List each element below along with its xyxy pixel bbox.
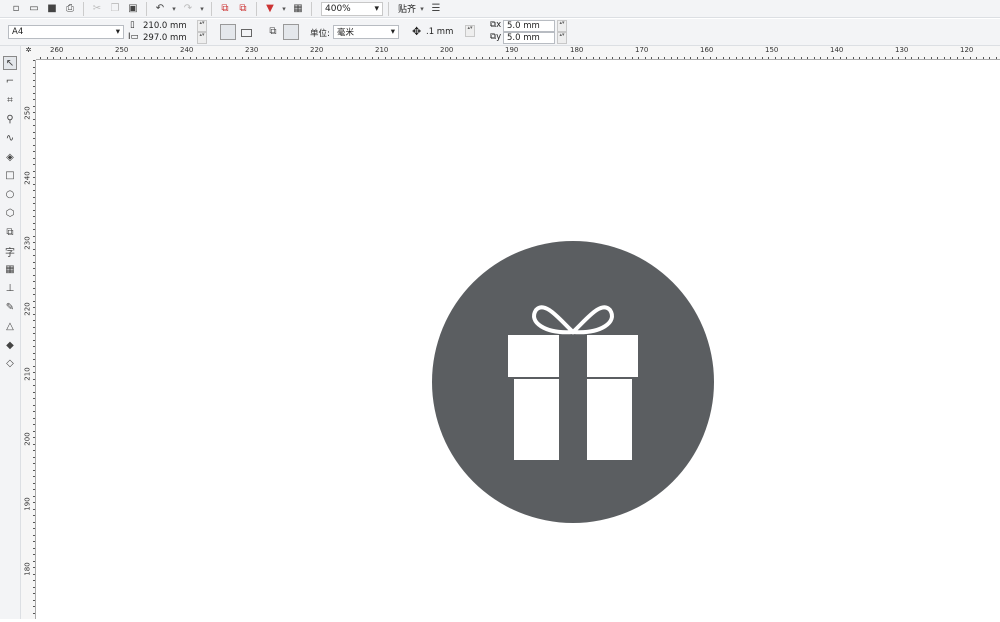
ruler-label: 200 <box>23 432 32 446</box>
new-icon[interactable]: ▫ <box>8 2 24 16</box>
horizontal-ruler[interactable]: 260 250 240 230 220 210 200 190 180 170 160 150 140 1… <box>21 46 1000 60</box>
chevron-down-icon: ▾ <box>390 27 395 37</box>
ruler-label: 230 <box>23 236 32 251</box>
shape-tool-icon[interactable]: ⌐ <box>3 75 17 89</box>
ruler-label: 240 <box>180 46 194 54</box>
paste-icon[interactable]: ▣ <box>125 2 141 16</box>
undo-icon[interactable]: ↶ <box>152 2 168 16</box>
fill-tool-icon[interactable]: ◆ <box>3 338 17 352</box>
standard-toolbar: ▫ ▭ ■ ⎙ ✂ ❐ ▣ ↶ ▾ ↷ ▾ ⧉ ⧉ ▼ ▾ ▦ 400% ▾ 贴齐 ▾ ☰ <box>0 0 1000 18</box>
ruler-label: 190 <box>505 46 519 54</box>
ruler-label: 180 <box>570 46 584 54</box>
outline-tool-icon[interactable]: △ <box>3 319 17 333</box>
publish-icon[interactable]: ▼ <box>262 2 278 16</box>
text-tool-icon[interactable]: 字 <box>3 244 17 259</box>
redo-icon[interactable]: ↷ <box>180 2 196 16</box>
current-page-button[interactable] <box>283 24 299 40</box>
ruler-label: 170 <box>635 46 649 54</box>
freehand-tool-icon[interactable]: ∿ <box>3 131 17 145</box>
dup-y-spinner[interactable]: ▴▾ <box>557 32 567 44</box>
ruler-label: 210 <box>375 46 389 54</box>
dimension-tool-icon[interactable]: ⊥ <box>3 282 17 296</box>
save-icon[interactable]: ■ <box>44 2 60 16</box>
vertical-ruler[interactable]: 250 240 230 220 210 200 190 180 <box>21 60 36 619</box>
ruler-label: 220 <box>310 46 324 54</box>
width-spinner[interactable]: ▴▾ <box>197 20 207 32</box>
all-pages-icon[interactable]: ⧉ <box>265 24 281 38</box>
page-size-select[interactable]: A4 ▾ <box>8 25 124 39</box>
duplicate-x-field[interactable]: 5.0 mm <box>503 20 555 32</box>
ruler-label: 150 <box>765 46 779 54</box>
import-icon[interactable]: ⧉ <box>217 2 233 16</box>
basic-shapes-tool-icon[interactable]: ⧉ <box>3 225 17 239</box>
ruler-label: 190 <box>23 497 32 511</box>
landscape-button[interactable] <box>241 29 252 37</box>
zoom-tool-icon[interactable]: ⚲ <box>3 112 17 126</box>
copy-icon[interactable]: ❐ <box>107 2 123 16</box>
drawing <box>432 241 714 523</box>
ruler-label: 250 <box>115 46 129 54</box>
duplicate-y-field[interactable]: 5.0 mm <box>503 32 555 44</box>
export-icon[interactable]: ⧉ <box>235 2 251 16</box>
page-height-field[interactable]: 297.0 mm <box>140 32 195 44</box>
height-spinner[interactable]: ▴▾ <box>197 32 207 44</box>
nudge-spinner[interactable]: ▴▾ <box>465 25 475 37</box>
snap-to-menu[interactable]: 贴齐 <box>398 2 416 15</box>
ruler-label: 220 <box>23 301 32 316</box>
ellipse-tool-icon[interactable]: ○ <box>3 188 17 202</box>
polygon-tool-icon[interactable]: ⬡ <box>3 206 17 220</box>
ruler-label: 140 <box>830 46 844 54</box>
page-width-field[interactable]: 210.0 mm <box>140 20 195 32</box>
nudge-icon: ✥ <box>412 25 422 38</box>
ruler-label: 260 <box>50 46 64 54</box>
toolbox: ↖ ⌐ ⌗ ⚲ ∿ ◈ □ ○ ⬡ ⧉ 字 ▦ ⊥ ✎ △ ◆ ◇ <box>0 46 21 619</box>
duplicate-y-icon: ⧉y <box>490 32 502 42</box>
ruler-label: 180 <box>23 562 32 577</box>
rectangle-tool-icon[interactable]: □ <box>3 169 17 183</box>
open-icon[interactable]: ▭ <box>26 2 42 16</box>
eyedropper-tool-icon[interactable]: ✎ <box>3 300 17 314</box>
crop-tool-icon[interactable]: ⌗ <box>3 94 17 108</box>
ruler-label: 230 <box>245 46 259 54</box>
property-bar: A4 ▾ ▯ 210.0 mm I▭ 297.0 mm ▴▾ ▴▾ ⧉ 单位: 毫… <box>0 19 1000 46</box>
ruler-origin[interactable]: ✲ <box>21 46 36 60</box>
smart-fill-tool-icon[interactable]: ◈ <box>3 150 17 164</box>
ruler-label: 240 <box>23 171 32 185</box>
pick-tool-icon[interactable]: ↖ <box>3 56 17 70</box>
ruler-label: 120 <box>960 46 974 54</box>
circle-background[interactable] <box>432 241 714 523</box>
ruler-label: 250 <box>23 106 32 120</box>
ruler-label: 200 <box>440 46 454 54</box>
ruler-label: 210 <box>23 367 32 381</box>
chevron-down-icon: ▾ <box>374 3 379 14</box>
app-launcher-icon[interactable]: ▦ <box>290 2 306 16</box>
options-icon[interactable]: ☰ <box>428 2 444 16</box>
unit-label: 单位: <box>310 29 330 39</box>
table-tool-icon[interactable]: ▦ <box>3 263 17 277</box>
nudge-distance-field[interactable]: .1 mm <box>423 25 463 39</box>
dup-x-spinner[interactable]: ▴▾ <box>557 20 567 32</box>
chevron-down-icon: ▾ <box>115 27 120 37</box>
unit-select[interactable]: 毫米 ▾ <box>333 25 399 39</box>
ruler-label: 130 <box>895 46 909 54</box>
zoom-level-select[interactable]: 400% ▾ <box>321 1 383 16</box>
cut-icon[interactable]: ✂ <box>89 2 105 16</box>
print-icon[interactable]: ⎙ <box>62 2 78 16</box>
duplicate-x-icon: ⧉x <box>490 20 502 30</box>
ruler-label: 160 <box>700 46 714 54</box>
page-width-icon: ▯ <box>130 20 135 30</box>
page-height-icon: I▭ <box>128 32 139 42</box>
portrait-button[interactable] <box>220 24 236 40</box>
interactive-fill-tool-icon[interactable]: ◇ <box>3 357 17 371</box>
drawing-canvas[interactable] <box>37 61 1000 619</box>
